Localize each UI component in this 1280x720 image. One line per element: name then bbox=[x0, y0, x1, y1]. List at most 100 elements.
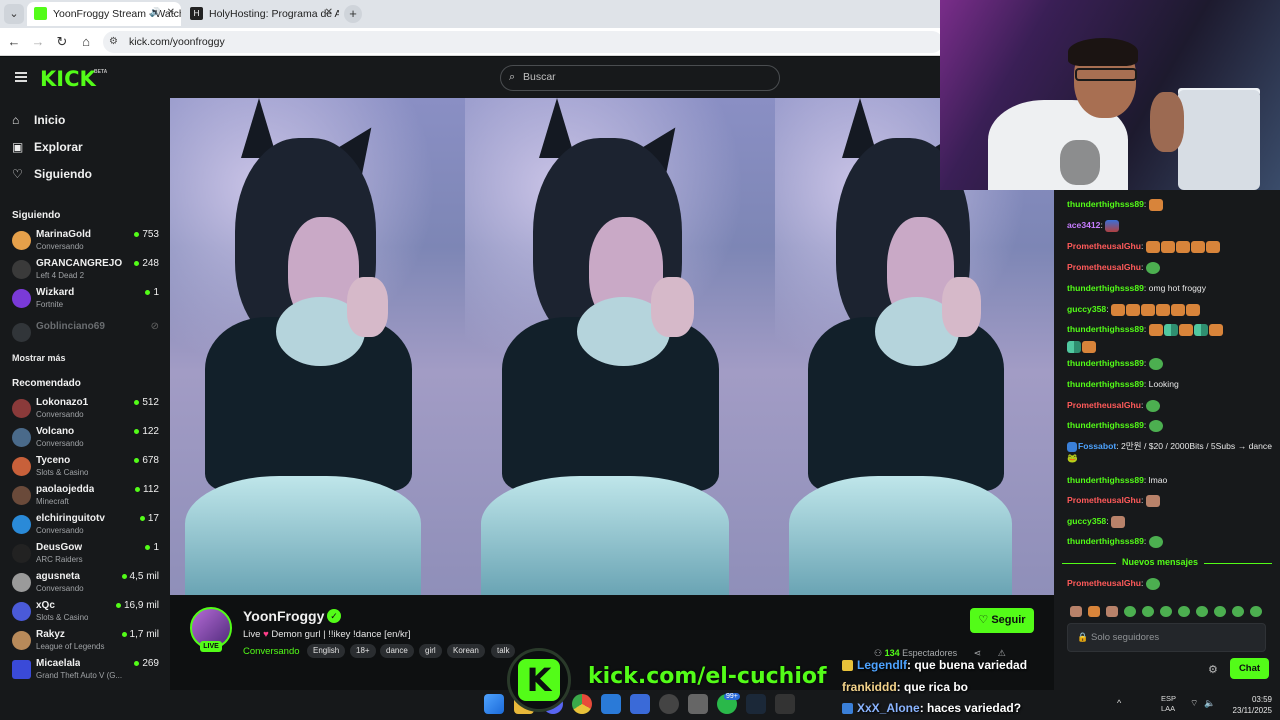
tag-korean[interactable]: Korean bbox=[447, 644, 485, 658]
new-messages-divider[interactable]: Nuevos mensajes bbox=[1062, 557, 1272, 569]
language-indicator[interactable]: ESP LAA bbox=[1161, 694, 1176, 714]
close-icon[interactable]: ✕ bbox=[325, 7, 333, 18]
sidebar-channel-xqc[interactable]: xQc Slots & Casino 16,9 mil bbox=[12, 599, 162, 625]
chat-username[interactable]: thunderthighsss89 bbox=[1067, 475, 1144, 485]
close-icon[interactable]: ✕ bbox=[167, 7, 175, 18]
sidebar-channel-paolaojedda[interactable]: paolaojedda Minecraft 112 bbox=[12, 483, 162, 509]
emote-icon[interactable] bbox=[1250, 606, 1262, 618]
chat-input[interactable]: 🔒 Solo seguidores bbox=[1067, 623, 1266, 652]
sidebar-channel-goblinciano69[interactable]: Goblinciano69 ⊘ bbox=[12, 320, 162, 346]
stream-category[interactable]: Conversando bbox=[243, 646, 300, 657]
chat-username[interactable]: thunderthighsss89 bbox=[1067, 420, 1144, 430]
show-more-link[interactable]: Mostrar más bbox=[12, 353, 66, 363]
obs-icon[interactable] bbox=[659, 694, 679, 714]
chat-username[interactable]: thunderthighsss89 bbox=[1067, 536, 1144, 546]
chat-send-button[interactable]: Chat bbox=[1230, 658, 1269, 679]
avatar bbox=[12, 231, 31, 250]
sidebar-channel-grancangrejo[interactable]: GRANCANGREJO Left 4 Dead 2 248 bbox=[12, 257, 162, 283]
chat-username[interactable]: guccy358 bbox=[1067, 516, 1106, 526]
chat-username[interactable]: thunderthighsss89 bbox=[1067, 324, 1144, 334]
gear-icon[interactable]: ⚙ bbox=[1208, 663, 1218, 676]
tag-18plus[interactable]: 18+ bbox=[350, 644, 376, 658]
address-bar[interactable]: ⚙ kick.com/yoonfroggy bbox=[103, 31, 943, 53]
sidebar-channel-rakyz[interactable]: Rakyz League of Legends 1,7 mil bbox=[12, 628, 162, 654]
sidebar-channel-deusgow[interactable]: DeusGow ARC Raiders 1 bbox=[12, 541, 162, 567]
emote-icon[interactable] bbox=[1196, 606, 1208, 618]
emote-icon[interactable] bbox=[1214, 606, 1226, 618]
forward-arrow-icon[interactable]: → bbox=[30, 34, 46, 50]
chat-username[interactable]: thunderthighsss89 bbox=[1067, 283, 1144, 293]
app-icon[interactable] bbox=[775, 694, 795, 714]
back-arrow-icon[interactable]: ← bbox=[6, 34, 22, 50]
tab-search-button[interactable]: ⌄ bbox=[4, 4, 24, 24]
chat-username[interactable]: guccy358 bbox=[1067, 304, 1106, 314]
emote-icon[interactable] bbox=[1124, 606, 1136, 618]
emote-icon[interactable] bbox=[1088, 606, 1100, 618]
windows-start-icon[interactable] bbox=[484, 694, 504, 714]
clock[interactable]: 03:59 23/11/2025 bbox=[1228, 694, 1272, 716]
kick-logo[interactable]: KICK bbox=[40, 67, 96, 91]
tag-dance[interactable]: dance bbox=[380, 644, 414, 658]
chat-username[interactable]: PrometheusalGhu bbox=[1067, 400, 1141, 410]
sidebar-channel-wizkard[interactable]: Wizkard Fortnite 1 bbox=[12, 286, 162, 312]
new-tab-button[interactable]: + bbox=[344, 5, 362, 23]
url-text[interactable]: kick.com/yoonfroggy bbox=[129, 36, 225, 48]
search-bar[interactable]: ⌕ bbox=[500, 65, 780, 91]
menu-icon[interactable] bbox=[15, 72, 27, 82]
chat-message: thunderthighsss89: Looking bbox=[1067, 378, 1272, 390]
chat-username[interactable]: PrometheusalGhu bbox=[1067, 495, 1141, 505]
sidebar-channel-lokonazo1[interactable]: Lokonazo1 Conversando 512 bbox=[12, 396, 162, 422]
nav-explorar[interactable]: ▣ Explorar bbox=[12, 138, 162, 160]
home-icon[interactable]: ⌂ bbox=[78, 34, 94, 50]
chat-username[interactable]: PrometheusalGhu bbox=[1067, 262, 1141, 272]
chevron-up-icon[interactable]: ^ bbox=[1117, 698, 1121, 708]
tag-english[interactable]: English bbox=[307, 644, 346, 658]
chat-username[interactable]: Fossabot bbox=[1078, 441, 1116, 451]
nav-inicio[interactable]: ⌂ Inicio bbox=[12, 111, 162, 133]
vscode-icon[interactable] bbox=[601, 694, 621, 714]
emote-icon[interactable] bbox=[1160, 606, 1172, 618]
emote-icon[interactable] bbox=[1142, 606, 1154, 618]
steam-icon[interactable] bbox=[746, 694, 766, 714]
sidebar-channel-elchiringuitotv[interactable]: elchiringuitotv Conversando 17 bbox=[12, 512, 162, 538]
report-icon[interactable]: ⚠ bbox=[998, 648, 1006, 658]
emote-icon[interactable] bbox=[1232, 606, 1244, 618]
streamer-name[interactable]: YoonFroggy bbox=[243, 608, 324, 624]
chrome-icon[interactable] bbox=[572, 694, 592, 714]
chat-username[interactable]: thunderthighsss89 bbox=[1067, 358, 1144, 368]
speaker-icon[interactable]: 🔊 bbox=[150, 7, 161, 18]
sidebar-channel-volcano[interactable]: Volcano Conversando 122 bbox=[12, 425, 162, 451]
chat-username[interactable]: thunderthighsss89 bbox=[1067, 199, 1144, 209]
chat-username[interactable]: PrometheusalGhu bbox=[1067, 578, 1141, 588]
sidebar-channel-marinagold[interactable]: MarinaGold Conversando 753 bbox=[12, 228, 162, 254]
video-player[interactable] bbox=[170, 98, 1054, 595]
channel-name: MarinaGold bbox=[36, 229, 92, 240]
chat-message: PrometheusalGhu: bbox=[1067, 261, 1272, 274]
pepe-emote-icon bbox=[1148, 357, 1163, 370]
app-icon[interactable] bbox=[630, 694, 650, 714]
settings-gear-icon[interactable] bbox=[688, 694, 708, 714]
reload-icon[interactable]: ↻ bbox=[54, 34, 70, 50]
tab-yoonfroggy[interactable]: YoonFroggy Stream - Watch 🔊 ✕ bbox=[27, 2, 181, 26]
tab-holyhosting[interactable]: H HolyHosting: Programa de Afili ✕ bbox=[183, 2, 339, 26]
emote-icon[interactable] bbox=[1070, 606, 1082, 618]
sidebar-channel-micaelala[interactable]: Micaelala Grand Theft Auto V (G... 269 bbox=[12, 657, 162, 683]
wifi-icon[interactable]: ⌔ bbox=[1190, 698, 1198, 709]
volume-icon[interactable]: 🔈 bbox=[1204, 698, 1215, 709]
chat-username[interactable]: ace3412 bbox=[1067, 220, 1100, 230]
emote-icon[interactable] bbox=[1178, 606, 1190, 618]
sidebar-channel-tyceno[interactable]: Tyceno Slots & Casino 678 bbox=[12, 454, 162, 480]
chat-username[interactable]: PrometheusalGhu bbox=[1067, 241, 1141, 251]
sidebar-channel-agusneta[interactable]: agusneta Conversando 4,5 mil bbox=[12, 570, 162, 596]
chat-username[interactable]: thunderthighsss89 bbox=[1067, 379, 1144, 389]
share-icon[interactable]: ⋖ bbox=[974, 648, 982, 658]
cat-emote-icon bbox=[1205, 240, 1220, 253]
cat-emote-icon bbox=[1185, 303, 1200, 316]
tag-girl[interactable]: girl bbox=[419, 644, 442, 658]
tag-talk[interactable]: talk bbox=[491, 644, 516, 658]
emote-icon[interactable] bbox=[1106, 606, 1118, 618]
search-input[interactable] bbox=[523, 71, 763, 83]
follow-button[interactable]: ♡ Seguir bbox=[970, 608, 1034, 633]
site-info-icon[interactable]: ⚙ bbox=[109, 36, 121, 48]
nav-siguiendo[interactable]: ♡ Siguiendo bbox=[12, 165, 162, 187]
